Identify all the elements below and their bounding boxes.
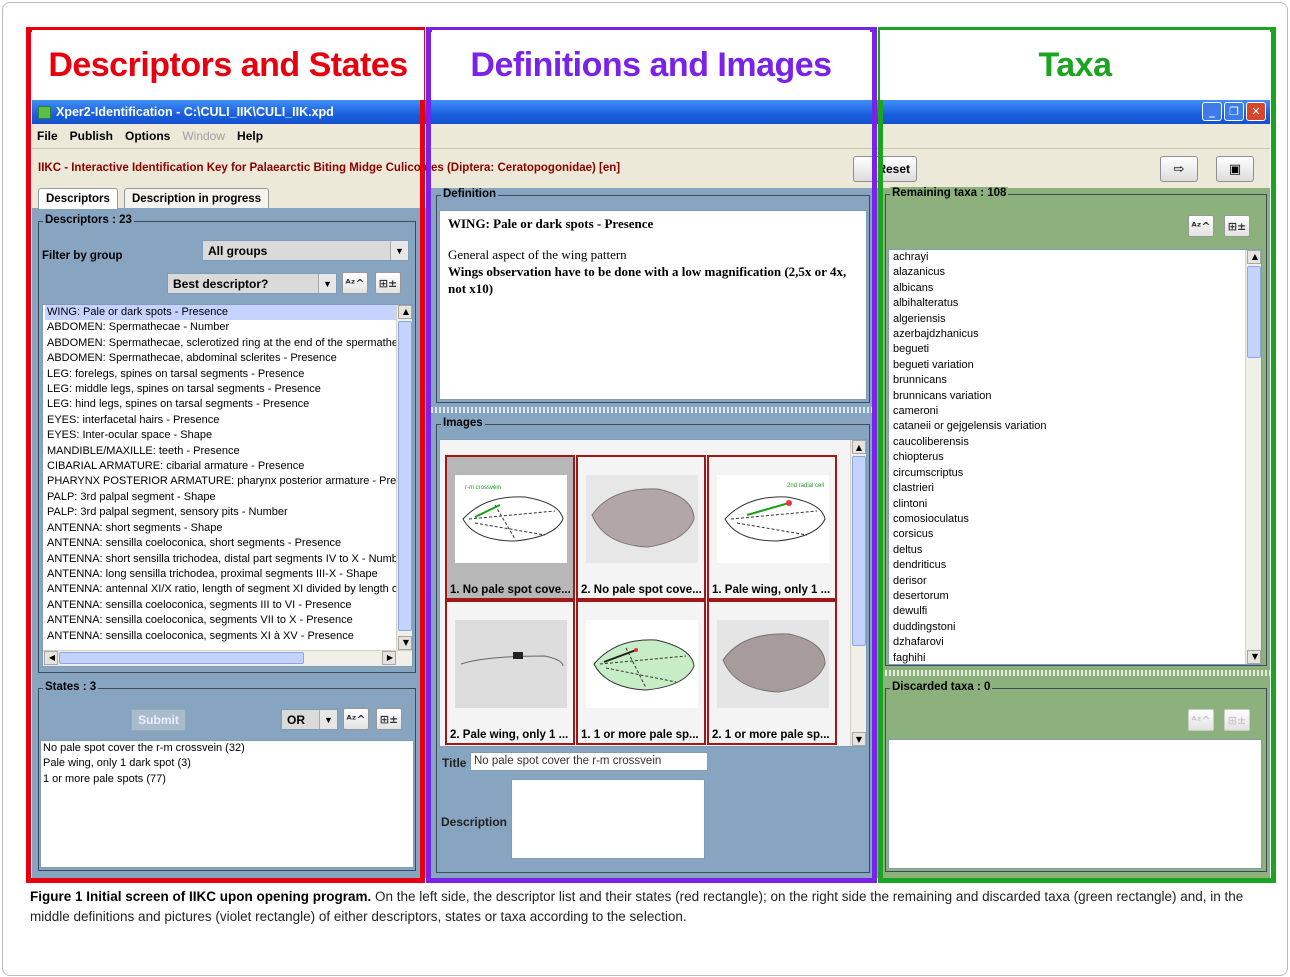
heading-taxa: Taxa [880, 30, 1270, 100]
tab-descriptors[interactable]: Descriptors [38, 188, 118, 209]
green-rectangle [878, 27, 1276, 883]
violet-rectangle [426, 27, 877, 883]
heading-right-text: Taxa [1038, 45, 1112, 84]
heading-middle-text: Definitions and Images [470, 45, 832, 84]
heading-definitions-images: Definitions and Images [432, 30, 870, 100]
heading-left-text: Descriptors and States [48, 45, 408, 84]
figure-caption: Figure 1 Initial screen of IIKC upon ope… [30, 887, 1270, 927]
caption-title: Figure 1 Initial screen of IIKC upon ope… [30, 889, 372, 904]
tab-descriptors-label: Descriptors [46, 193, 110, 205]
heading-descriptors-states: Descriptors and States [32, 30, 424, 100]
red-rectangle [26, 27, 425, 883]
